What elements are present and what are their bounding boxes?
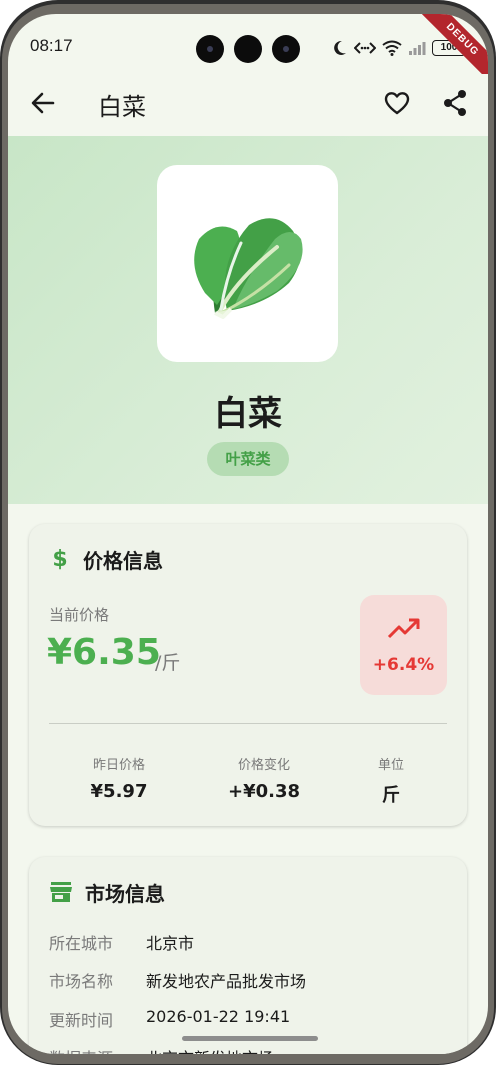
stat-price-change: 价格变化 +¥0.38 [219,754,309,802]
lettuce-emoji-icon [194,218,303,319]
current-price: ¥6.35 [47,632,161,673]
stat-yesterday-price: 昨日价格 ¥5.97 [79,754,159,802]
share-icon[interactable] [440,88,470,118]
trend-percent: +6.4% [372,655,435,675]
product-hero: 白菜 叶菜类 [8,136,488,504]
moon-icon [334,40,346,55]
info-value: 北京市 [146,934,195,953]
camera-lens-icon [234,35,262,63]
data-transfer-icon [354,42,376,54]
stat-label: 单位 [377,758,404,773]
info-label: 市场名称 [49,972,114,991]
stat-value: +¥0.38 [227,781,301,802]
heart-outline-icon[interactable] [382,88,412,118]
info-label: 数据来源 [49,1045,146,1054]
phone-frame: 08:17 100 DEBUG 白菜 白菜 叶菜类 $ 价格信息 当前价格 ¥6… [0,0,496,1065]
category-tag: 叶菜类 [207,442,289,476]
market-card-title: 市场信息 [85,881,165,906]
app-bar: 白菜 [8,74,488,136]
wifi-icon [382,40,402,56]
info-row-market-name: 市场名称 新发地农产品批发市场 [49,968,306,992]
stat-value: 斤 [382,785,400,806]
info-value: 新发地农产品批发市场 [146,972,307,991]
info-label: 更新时间 [49,1011,114,1030]
signal-icon [409,42,426,55]
market-card-header: 市场信息 [49,877,165,907]
back-arrow-icon[interactable] [28,88,58,118]
price-info-card: $ 价格信息 当前价格 ¥6.35 /斤 +6.4% 昨日价格 ¥5.97 价格… [29,524,467,826]
trending-up-icon [387,618,420,639]
status-icons: 100 [330,38,466,58]
stat-label: 价格变化 [237,758,290,773]
product-name: 白菜 [214,394,282,434]
page-title: 白菜 [98,93,146,121]
stat-label: 昨日价格 [92,758,145,773]
camera-lens-icon [272,35,300,63]
home-indicator[interactable] [182,1036,318,1041]
info-label: 所在城市 [49,934,114,953]
product-image [157,165,338,362]
dollar-icon: $ [52,546,68,572]
current-price-label: 当前价格 [49,606,110,624]
camera-lens-icon [196,35,224,63]
store-icon [50,882,72,902]
status-bar: 08:17 100 DEBUG [8,14,488,90]
stat-value: ¥5.97 [90,781,148,802]
market-info-card: 市场信息 所在城市 北京市 市场名称 新发地农产品批发市场 更新时间 2026-… [29,857,467,1054]
price-card-title: 价格信息 [83,548,163,573]
info-value: 北京市新发地市场 [146,1045,274,1054]
price-card-header: $ 价格信息 [49,544,163,574]
stat-unit: 单位 斤 [371,754,411,807]
price-unit: /斤 [155,652,181,674]
phone-screen: 08:17 100 DEBUG 白菜 白菜 叶菜类 $ 价格信息 当前价格 ¥6… [8,14,488,1054]
info-row-data-source: 数据来源 北京市新发地市场 [49,1045,274,1054]
info-row-city: 所在城市 北京市 [49,930,194,954]
divider [49,723,447,724]
price-trend-badge: +6.4% [360,595,447,695]
info-row-update-time: 更新时间 2026-01-22 19:41 [49,1007,290,1031]
status-time: 08:17 [30,36,73,55]
info-value: 2026-01-22 19:41 [146,1007,291,1026]
